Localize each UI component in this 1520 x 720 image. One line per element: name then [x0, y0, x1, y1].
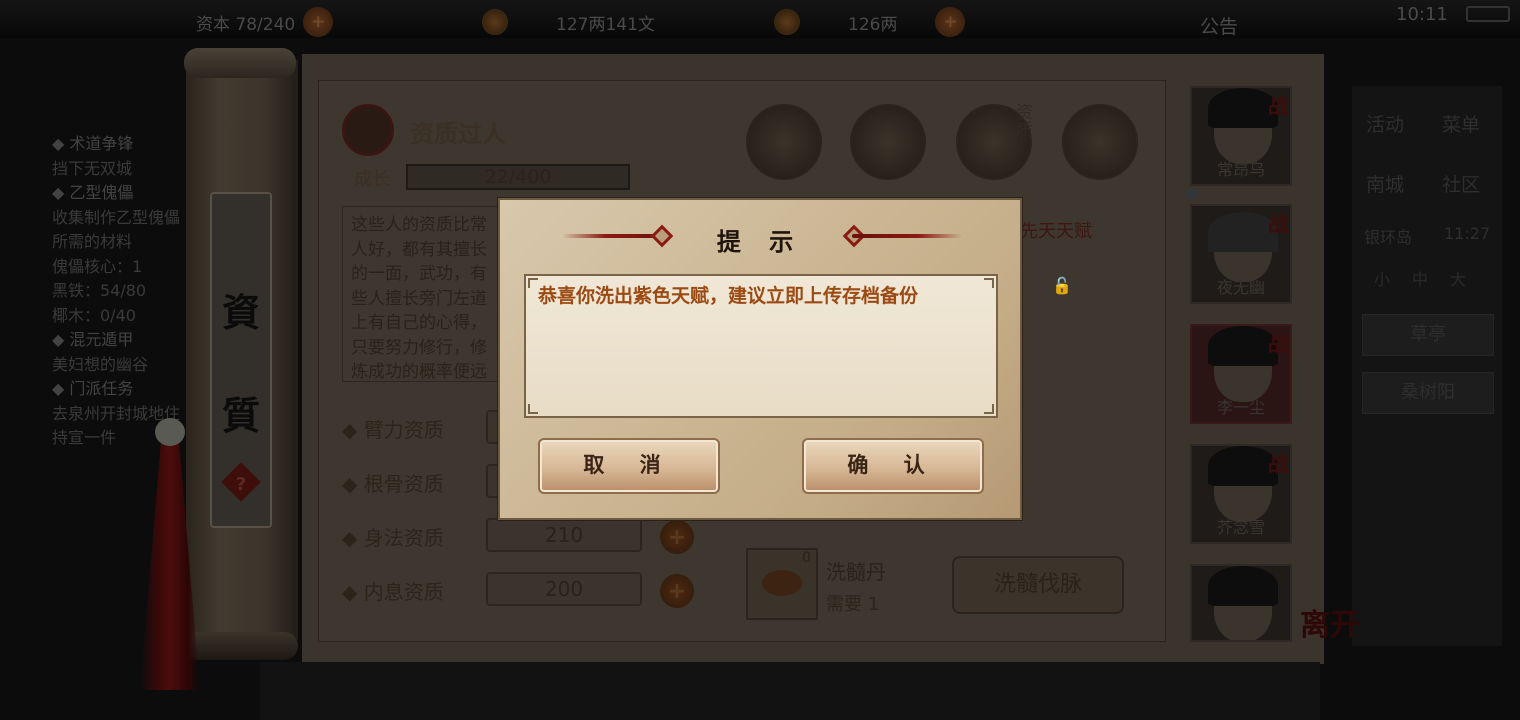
frame-corner [984, 278, 994, 288]
title-ornament-right [852, 234, 962, 238]
dialog-message: 恭喜你洗出紫色天赋，建议立即上传存档备份 [538, 285, 919, 307]
frame-corner [984, 404, 994, 414]
game-screen: 资本 78/240 + 127两141文 126两 + 公告 10:11 ◆ 术… [0, 0, 1520, 720]
prompt-dialog: 提 示 恭喜你洗出紫色天赋，建议立即上传存档备份 取 消 确 认 [498, 198, 1022, 520]
cancel-button[interactable]: 取 消 [538, 438, 720, 494]
frame-corner [528, 404, 538, 414]
confirm-button[interactable]: 确 认 [802, 438, 984, 494]
dialog-title: 提 示 [716, 228, 804, 256]
dialog-message-box: 恭喜你洗出紫色天赋，建议立即上传存档备份 [524, 274, 998, 418]
frame-corner [528, 278, 538, 288]
